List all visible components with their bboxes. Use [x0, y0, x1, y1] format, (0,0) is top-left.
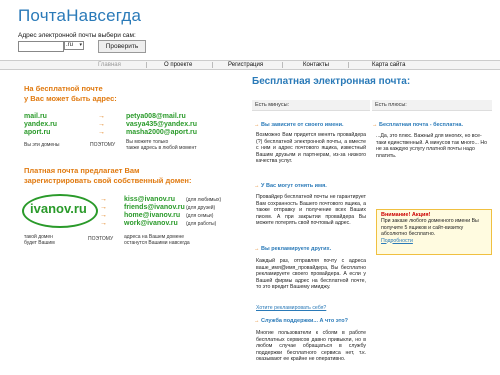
nav-contacts[interactable]: Контакты [303, 61, 329, 69]
promo-box: Внимание! Акция! При заказе любого домен… [376, 209, 492, 255]
minus-header: Есть минусы: [252, 100, 370, 111]
paid-note-mid: ПОЭТОМУ [88, 236, 114, 242]
arrow-right-icon: → [254, 183, 262, 189]
main-nav: Главная О проекте Регистрация Контакты К… [0, 60, 500, 70]
check-button[interactable]: Проверить [98, 40, 146, 53]
plus-question: → Бесплатная почта - бесплатна. [372, 122, 464, 128]
page-title: Бесплатная электронная почта: [252, 76, 411, 87]
email-name-input[interactable] [18, 41, 64, 52]
arrow-right-icon: → [254, 246, 262, 252]
free-domain: aport.ru [24, 129, 51, 136]
paid-heading-1: Платная почта предлагает Вам [24, 166, 140, 175]
free-note-left: Вы эти домены [24, 142, 60, 148]
own-domain: ivanov.ru [30, 201, 87, 216]
nav-sitemap[interactable]: Карта сайта [372, 61, 405, 69]
nav-divider [146, 62, 147, 68]
free-heading-2: у Вас может быть адрес: [24, 94, 117, 103]
paid-note-left: будет Вашим [24, 240, 55, 246]
minus-question: → Вы зависите от своего имени. [254, 122, 344, 128]
paid-heading-2: зарегистрировать свой собственный домен: [24, 176, 192, 185]
chevron-down-icon: ▾ [79, 42, 82, 48]
arrow-right-icon: → [100, 196, 107, 203]
minus-paragraph: Провайдер бесплатной почты не гарантируе… [256, 194, 366, 227]
free-heading-1: На бесплатной почте [24, 84, 103, 93]
arrow-right-icon: → [100, 212, 107, 219]
arrow-right-icon: → [254, 122, 262, 128]
paid-address: friends@ivanov.ru [124, 204, 185, 211]
nav-register[interactable]: Регистрация [228, 61, 263, 69]
nav-about[interactable]: О проекте [164, 61, 192, 69]
nav-divider [348, 62, 349, 68]
paid-address: home@ivanov.ru [124, 212, 181, 219]
arrow-right-icon: → [98, 121, 105, 128]
nav-divider [282, 62, 283, 68]
plus-header: Есть плюсы: [372, 100, 492, 111]
domain-select-value: .ru [66, 42, 74, 48]
arrow-right-icon: → [254, 318, 262, 324]
nav-divider [212, 62, 213, 68]
free-address: petya008@mail.ru [126, 113, 186, 120]
arrow-right-icon: → [100, 220, 107, 227]
paid-address: kiss@ivanov.ru [124, 196, 176, 203]
minus-question: → Служба поддержки... А что это? [254, 318, 349, 324]
free-address: masha2000@aport.ru [126, 129, 198, 136]
paid-address-note: (для любимых) [186, 197, 222, 203]
minus-question: → Вы рекламируете других. [254, 246, 332, 252]
site-logo[interactable]: ПочтаНавсегда [18, 6, 141, 26]
promo-text: При заказе любого доменного имени Вы пол… [381, 218, 479, 237]
nav-home[interactable]: Главная [98, 61, 121, 69]
plus-paragraph: ...Да, это плюс. Важный для многих, но в… [376, 133, 487, 159]
free-address: vasya435@yandex.ru [126, 121, 198, 128]
check-address-label: Адрес электронной почты выбери сам: [18, 32, 136, 39]
paid-address: work@ivanov.ru [124, 220, 178, 227]
free-note-right: также адресь в любой момент [126, 145, 197, 151]
arrow-right-icon: → [100, 204, 107, 211]
minus-question: → У Вас могут отнять имя. [254, 183, 327, 189]
paid-note-right: останутся Вашими навсегда [124, 240, 190, 246]
paid-address-note: (для друзей) [186, 205, 216, 211]
minus-paragraph: Многие пользователи к сбоям в работе бес… [256, 330, 366, 363]
minus-paragraph: Возможно Вам придется менять провайдера … [256, 132, 366, 165]
promo-details-link[interactable]: Подробности [381, 238, 487, 244]
arrow-right-icon: → [98, 129, 105, 136]
paid-address-note: (для работы) [186, 221, 217, 227]
arrow-right-icon: → [98, 113, 105, 120]
advertise-yourself-link[interactable]: Хотите рекламировать себя? [256, 305, 326, 311]
free-note-mid: ПОЭТОМУ [90, 142, 116, 148]
domain-select[interactable]: .ru ▾ [64, 41, 84, 50]
free-domain: mail.ru [24, 113, 47, 120]
free-domain: yandex.ru [24, 121, 58, 128]
arrow-right-icon: → [372, 122, 380, 128]
minus-paragraph: Каждый раз, отправляя почту с адреса ваш… [256, 258, 366, 291]
paid-address-note: (для семьи) [186, 213, 214, 219]
